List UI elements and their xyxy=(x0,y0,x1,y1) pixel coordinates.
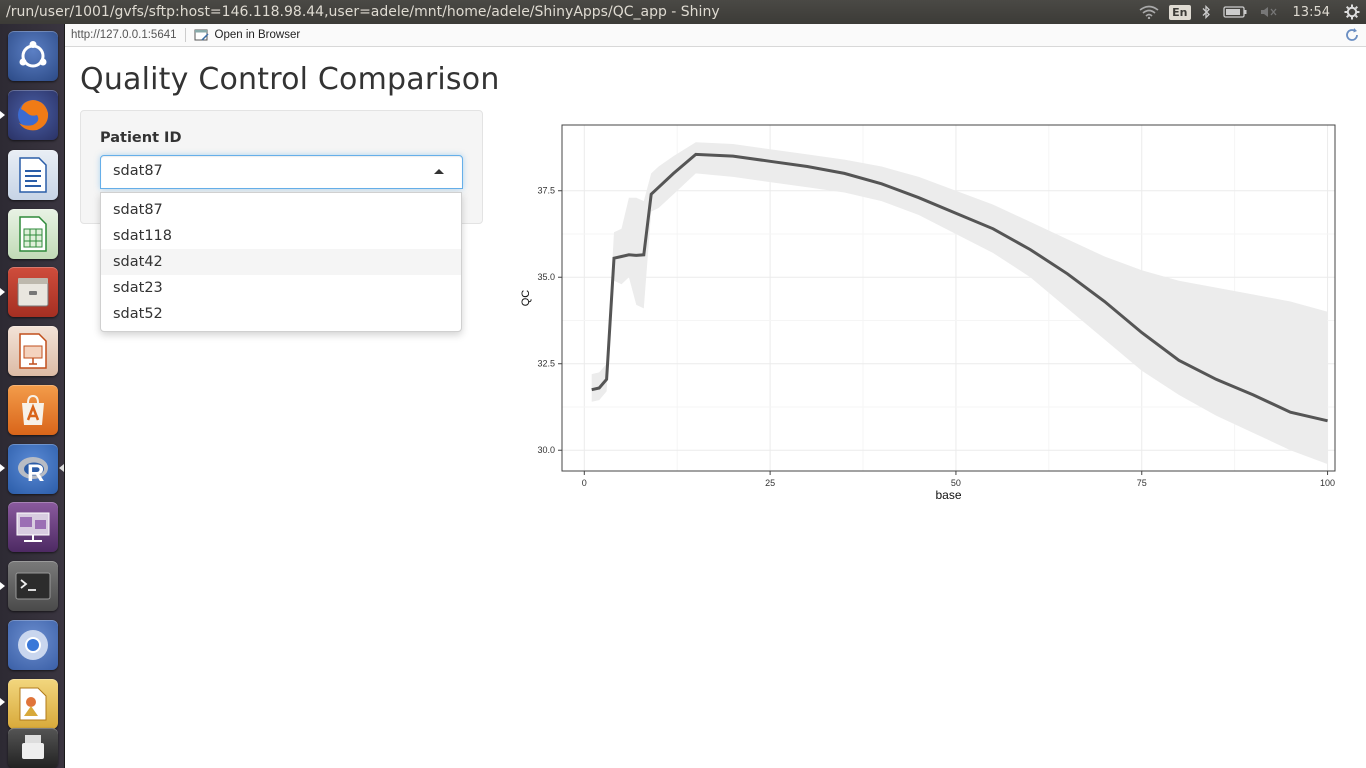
chromium-icon[interactable] xyxy=(8,620,58,670)
page-title: Quality Control Comparison xyxy=(80,62,500,97)
y-tick-label: 30.0 xyxy=(537,445,555,455)
r-focused-indicator xyxy=(59,464,64,472)
volume-muted-icon[interactable] xyxy=(1253,0,1285,24)
window-title: /run/user/1001/gvfs/sftp:host=146.118.98… xyxy=(6,4,720,20)
libreoffice-writer-icon[interactable] xyxy=(8,150,58,200)
usb-drive-icon[interactable] xyxy=(8,728,58,768)
open-in-browser-label: Open in Browser xyxy=(214,29,301,41)
y-tick-label: 35.0 xyxy=(537,272,555,282)
svg-text:R: R xyxy=(27,460,44,487)
viewer-toolbar: http://127.0.0.1:5641 Open in Browser xyxy=(65,24,1366,47)
r-running-indicator xyxy=(0,464,5,472)
keyboard-layout-indicator[interactable]: En xyxy=(1169,4,1191,20)
y-axis-label: QC xyxy=(520,290,532,307)
software-center-icon[interactable] xyxy=(8,385,58,435)
r-icon[interactable]: R xyxy=(8,444,58,494)
open-in-browser-button[interactable]: Open in Browser xyxy=(194,29,301,42)
qc-plot: 0 25 50 75 100 30.0 32.5 35.0 37.5 base QC xyxy=(520,124,1336,502)
dropdown-option-sdat52[interactable]: sdat52 xyxy=(101,301,461,327)
x-axis-label: base xyxy=(935,488,961,502)
patient-id-label: Patient ID xyxy=(100,130,182,146)
y-tick-label: 37.5 xyxy=(537,186,555,196)
indicator-area: En 13:54 xyxy=(1133,0,1366,24)
url-display[interactable]: http://127.0.0.1:5641 xyxy=(65,29,177,41)
dropdown-option-sdat23[interactable]: sdat23 xyxy=(101,275,461,301)
file-archive-icon[interactable] xyxy=(8,267,58,317)
x-tick-label: 0 xyxy=(582,478,587,488)
wifi-icon[interactable] xyxy=(1133,0,1165,24)
y-tick-label: 32.5 xyxy=(537,359,555,369)
firefox-running-indicator xyxy=(0,111,5,119)
top-panel: /run/user/1001/gvfs/sftp:host=146.118.98… xyxy=(0,0,1366,24)
battery-icon[interactable] xyxy=(1217,0,1253,24)
dropdown-option-sdat87[interactable]: sdat87 xyxy=(101,197,461,223)
gear-icon[interactable] xyxy=(1338,0,1366,24)
toolbar-separator xyxy=(184,28,186,42)
firefox-icon[interactable] xyxy=(8,90,58,140)
clock[interactable]: 13:54 xyxy=(1285,5,1338,20)
dropdown-option-sdat42[interactable]: sdat42 xyxy=(101,249,461,275)
x-tick-label: 75 xyxy=(1137,478,1147,488)
patient-id-select[interactable]: sdat87 xyxy=(100,155,463,189)
patient-id-dropdown-menu: sdat87 sdat118 sdat42 sdat23 sdat52 xyxy=(100,192,462,332)
x-tick-label: 50 xyxy=(951,478,961,488)
image-viewer-running-indicator xyxy=(0,698,5,706)
terminal-running-indicator xyxy=(0,582,5,590)
libreoffice-calc-icon[interactable] xyxy=(8,209,58,259)
remote-desktop-icon[interactable] xyxy=(8,502,58,552)
image-viewer-icon[interactable] xyxy=(8,679,58,729)
open-in-browser-icon xyxy=(194,29,209,41)
ubuntu-dash-icon[interactable] xyxy=(8,31,58,81)
libreoffice-impress-icon[interactable] xyxy=(8,326,58,376)
caret-up-icon xyxy=(434,169,444,174)
unity-launcher: R xyxy=(0,24,65,768)
dropdown-option-sdat118[interactable]: sdat118 xyxy=(101,223,461,249)
patient-id-selected-value: sdat87 xyxy=(113,163,163,179)
terminal-icon[interactable] xyxy=(8,561,58,611)
x-tick-label: 100 xyxy=(1320,478,1335,488)
archive-running-indicator xyxy=(0,288,5,296)
bluetooth-icon[interactable] xyxy=(1195,0,1217,24)
refresh-icon[interactable] xyxy=(1344,27,1360,43)
x-tick-label: 25 xyxy=(765,478,775,488)
